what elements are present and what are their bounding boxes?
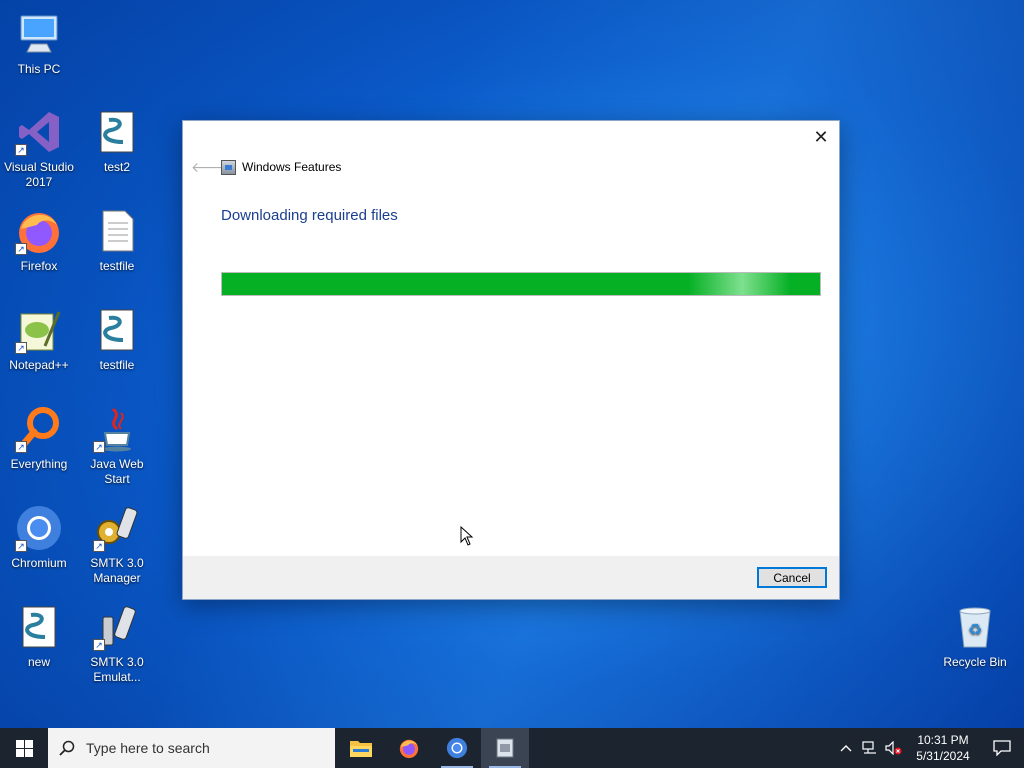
desktop-icon-label: Recycle Bin [943,655,1007,669]
close-button[interactable]: ✕ [811,127,831,147]
desktop-icon-everything[interactable]: ↗ Everything [0,405,78,472]
clock-time: 10:31 PM [917,733,969,747]
desktop-icon-this-pc[interactable]: This PC [0,10,78,77]
desktop-icon-java-web-start[interactable]: ↗ Java Web Start [78,405,156,487]
show-hidden-icons-chevron-icon[interactable] [834,728,858,768]
script-file-icon [93,108,141,156]
desktop-icon-smtk-manager[interactable]: ↗ SMTK 3.0 Manager [78,504,156,586]
desktop-icon-label: Java Web Start [90,457,144,486]
progress-bar [221,272,821,296]
desktop-icon-label: Notepad++ [9,358,69,372]
shortcut-arrow-icon: ↗ [15,540,27,552]
action-center-button[interactable] [980,728,1024,768]
shortcut-arrow-icon: ↗ [93,639,105,651]
desktop-icon-label: Firefox [20,259,58,273]
java-icon: ↗ [93,405,141,453]
taskbar-file-explorer[interactable] [337,728,385,768]
recycle-bin-icon: ♻ [951,603,999,651]
desktop-icon-label: SMTK 3.0 Manager [90,556,144,585]
back-arrow-icon[interactable]: 🡐 [191,159,229,176]
chromium-icon [446,737,468,759]
mouse-cursor-icon [460,526,474,546]
smtk-emulator-icon: ↗ [93,603,141,651]
desktop-icon-label: Visual Studio 2017 [4,160,74,189]
computer-icon [15,10,63,58]
start-button[interactable] [0,728,48,768]
shortcut-arrow-icon: ↗ [93,540,105,552]
windows-features-icon [496,738,514,758]
svg-text:♻: ♻ [968,620,982,639]
taskbar: Type here to search 10:31 PM 5/31/2024 [0,728,1024,768]
dialog-title-bar: 🡐 Windows Features [191,157,341,177]
shortcut-arrow-icon: ↗ [93,441,105,453]
shortcut-arrow-icon: ↗ [15,342,27,354]
search-placeholder: Type here to search [86,740,210,756]
cancel-button[interactable]: Cancel [757,567,827,588]
desktop-icon-notepad-plus-plus[interactable]: ↗ Notepad++ [0,306,78,373]
taskbar-clock[interactable]: 10:31 PM 5/31/2024 [906,732,980,764]
shortcut-arrow-icon: ↗ [15,441,27,453]
desktop-icon-firefox[interactable]: ↗ Firefox [0,207,78,274]
desktop-icon-label: This PC [17,62,61,76]
notepad-plus-plus-icon: ↗ [15,306,63,354]
taskbar-chromium[interactable] [433,728,481,768]
desktop-icon-smtk-emulator[interactable]: ↗ SMTK 3.0 Emulat... [78,603,156,685]
chromium-icon: ↗ [15,504,63,552]
desktop-icon-visual-studio[interactable]: ↗ Visual Studio 2017 [0,108,78,190]
desktop-icon-recycle-bin[interactable]: ♻ Recycle Bin [936,603,1014,670]
everything-search-icon: ↗ [15,405,63,453]
taskbar-windows-features[interactable] [481,728,529,768]
script-file-icon [15,603,63,651]
desktop-icon-label: SMTK 3.0 Emulat... [90,655,144,684]
system-tray: 10:31 PM 5/31/2024 [834,728,1024,768]
desktop-icon-label: testfile [99,259,135,273]
shortcut-arrow-icon: ↗ [15,243,27,255]
taskbar-firefox[interactable] [385,728,433,768]
taskbar-search-box[interactable]: Type here to search [48,728,335,768]
shortcut-arrow-icon: ↗ [15,144,27,156]
desktop-icon-new[interactable]: new [0,603,78,670]
text-file-icon [93,207,141,255]
clock-date: 5/31/2024 [916,749,970,763]
network-icon[interactable] [858,728,882,768]
notification-icon [993,740,1011,756]
dialog-footer: Cancel [183,556,839,599]
desktop-icon-label: testfile [99,358,135,372]
script-file-icon [93,306,141,354]
desktop-icon-test2[interactable]: test2 [78,108,156,175]
status-heading: Downloading required files [221,207,398,224]
desktop-icon-chromium[interactable]: ↗ Chromium [0,504,78,571]
firefox-icon: ↗ [15,207,63,255]
file-explorer-icon [350,741,372,757]
visual-studio-icon: ↗ [15,108,63,156]
dialog-title: Windows Features [242,160,342,174]
firefox-icon [399,739,419,759]
volume-muted-icon[interactable] [882,728,906,768]
desktop-icon-label: test2 [103,160,130,174]
desktop-icon-label: Chromium [11,556,67,570]
windows-logo-icon [15,739,33,757]
windows-features-icon [221,159,236,175]
desktop-icon-testfile-script[interactable]: testfile [78,306,156,373]
search-icon [48,740,86,756]
windows-features-dialog: ✕ 🡐 Windows Features Downloading require… [182,120,840,600]
smtk-manager-icon: ↗ [93,504,141,552]
progress-fill [222,273,820,295]
desktop-icon-label: Everything [10,457,68,471]
desktop-icon-label: new [27,655,50,669]
desktop-icon-testfile-txt[interactable]: testfile [78,207,156,274]
